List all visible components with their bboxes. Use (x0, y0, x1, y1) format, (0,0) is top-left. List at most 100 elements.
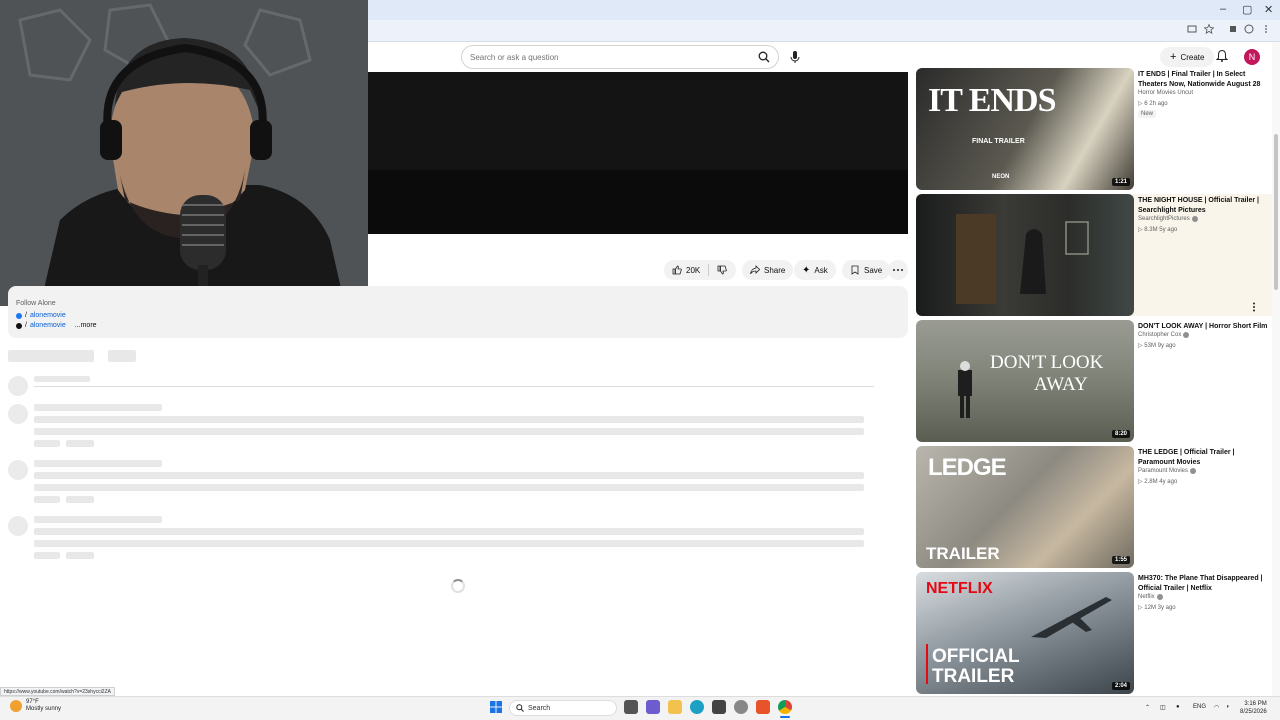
skeleton-line (34, 484, 864, 491)
create-button[interactable]: + Create (1160, 47, 1215, 67)
channel-name[interactable]: Horror Movies Uncut (1138, 90, 1193, 96)
video-thumbnail[interactable]: LEDGE TRAILER 1:55 (916, 446, 1134, 568)
taskbar-search[interactable]: Search (509, 700, 617, 716)
skeleton-line (34, 376, 90, 382)
windows-start-icon[interactable] (489, 700, 503, 714)
voice-search-icon[interactable] (786, 48, 804, 66)
item-more-icon[interactable] (1252, 302, 1256, 312)
recommendation-item[interactable]: LEDGE TRAILER 1:55 THE LEDGE | Official … (916, 446, 1280, 568)
threads-link-text[interactable]: alonemovie (30, 322, 66, 329)
profile-icon[interactable] (1244, 24, 1254, 34)
recommendation-item[interactable]: NETFLIX OFFICIAL TRAILER 2:04 MH370: The… (916, 572, 1280, 694)
recommendation-item[interactable]: DON'T LOOK AWAY 8:20 DON'T LOOK AWAY | H… (916, 320, 1280, 442)
taskbar-clock[interactable]: 3:16 PM 8/25/2026 (1240, 700, 1267, 716)
task-view-icon[interactable] (624, 700, 638, 714)
recommendation-meta: ▷ 53M 9y ago (1138, 343, 1176, 349)
install-app-icon[interactable] (1187, 24, 1197, 34)
more-horizontal-icon (893, 269, 903, 271)
settings-icon[interactable] (734, 700, 748, 714)
file-explorer-icon[interactable] (668, 700, 682, 714)
language-indicator[interactable]: ENG (1193, 704, 1206, 710)
recommendation-item[interactable]: THE NIGHT HOUSE | Official Trailer | Sea… (916, 194, 1280, 316)
recommendation-title[interactable]: MH370: The Plane That Disappeared | Offi… (1138, 574, 1270, 594)
facebook-link-text[interactable]: alonemovie (30, 312, 66, 319)
thumbnail-title-text: DON'T LOOK (990, 352, 1104, 373)
recommendation-title[interactable]: IT ENDS | Final Trailer | In Select Thea… (1138, 70, 1270, 90)
taskbar-search-label: Search (528, 704, 551, 712)
video-duration: 8:20 (1111, 430, 1130, 438)
search-icon[interactable] (758, 51, 770, 63)
skeleton-input-underline (34, 386, 874, 387)
thumbnail-trailer-text: TRAILER (926, 544, 1000, 563)
copilot-icon[interactable] (646, 700, 660, 714)
skeleton-line (34, 552, 60, 559)
wifi-tray-icon[interactable]: ◠ (1214, 704, 1219, 711)
clock-date: 8/25/2026 (1240, 709, 1267, 715)
video-thumbnail[interactable]: DON'T LOOK AWAY 8:20 (916, 320, 1134, 442)
dislike-thumb-down-icon[interactable] (717, 265, 727, 275)
save-button[interactable]: Save (842, 260, 891, 280)
video-thumbnail[interactable]: IT ENDS FINAL TRAILER NEON 1:21 (916, 68, 1134, 190)
description-facebook-link[interactable]: / alonemovie (16, 312, 66, 319)
description-threads-link[interactable]: / alonemovie ...more (16, 322, 97, 329)
recommendation-title[interactable]: DON'T LOOK AWAY | Horror Short Film (1138, 322, 1270, 332)
channel-name[interactable]: Netflix (1138, 594, 1155, 600)
channel-name[interactable]: Christopher Cox (1138, 332, 1181, 338)
volume-tray-icon[interactable]: ◗ (1226, 704, 1230, 710)
thumbnail-title-text: TRAILER (932, 666, 1015, 687)
description-more-link[interactable]: ...more (75, 322, 97, 329)
recommendation-title[interactable]: THE LEDGE | Official Trailer | Paramount… (1138, 448, 1270, 468)
video-thumbnail[interactable] (916, 194, 1134, 316)
store-icon[interactable] (712, 700, 726, 714)
video-thumbnail[interactable]: NETFLIX OFFICIAL TRAILER 2:04 (916, 572, 1134, 694)
skeleton-line (66, 496, 94, 503)
recommendation-channel[interactable]: Paramount Movies (1138, 468, 1197, 474)
browser-menu-icon[interactable] (1263, 24, 1269, 34)
recommendation-channel[interactable]: Netflix (1138, 594, 1163, 600)
show-hidden-icons-chevron-icon[interactable]: ⌃ (1145, 704, 1150, 711)
chrome-browser-icon[interactable] (778, 700, 792, 714)
recommendation-title[interactable]: THE NIGHT HOUSE | Official Trailer | Sea… (1138, 196, 1270, 216)
notifications-bell-icon[interactable] (1215, 49, 1229, 63)
recommendation-channel[interactable]: Christopher Cox (1138, 332, 1190, 338)
skeleton-avatar (8, 460, 28, 480)
weather-widget[interactable]: 97°F Mostly sunny (10, 699, 61, 713)
network-tray-icon[interactable]: ◫ (1160, 704, 1166, 711)
threads-link-prefix: / (25, 322, 27, 329)
ask-button[interactable]: ✦ Ask (794, 260, 836, 280)
recommendation-channel[interactable]: Horror Movies Uncut (1138, 90, 1193, 96)
user-avatar[interactable]: N (1244, 49, 1260, 65)
recommendation-meta: ▷ 2.8M 4y ago (1138, 479, 1178, 485)
minimize-button[interactable]: – (1220, 3, 1226, 15)
verified-check-icon (1190, 468, 1197, 474)
close-window-button[interactable]: ✕ (1264, 3, 1273, 16)
edge-browser-icon[interactable] (690, 700, 704, 714)
skeleton-line (66, 440, 94, 447)
streamer-webcam-image (0, 0, 368, 306)
share-button[interactable]: Share (742, 260, 794, 280)
brave-browser-icon[interactable] (756, 700, 770, 714)
maximize-button[interactable]: ▢ (1242, 3, 1252, 16)
bookmark-star-icon[interactable] (1204, 24, 1214, 34)
like-thumb-up-icon[interactable] (672, 265, 682, 275)
thumbnail-figure (958, 361, 972, 418)
thumbnail-night-house-scene (956, 214, 1089, 304)
like-separator (708, 264, 710, 276)
webcam-overlay (0, 0, 368, 306)
recommendation-meta: ▷ 8.3M 5y ago (1138, 227, 1178, 233)
extensions-icon[interactable] (1228, 24, 1238, 34)
scrollbar-thumb[interactable] (1274, 134, 1278, 290)
channel-name[interactable]: Paramount Movies (1138, 468, 1188, 474)
like-count[interactable]: 20K (686, 266, 700, 275)
channel-name[interactable]: SearchlightPictures (1138, 216, 1190, 222)
create-label: Create (1180, 52, 1205, 62)
more-actions-button[interactable] (888, 260, 908, 280)
search-input[interactable] (470, 50, 740, 65)
recommendation-item[interactable]: IT ENDS FINAL TRAILER NEON 1:21 IT ENDS … (916, 68, 1280, 190)
skeleton-comments-count (8, 350, 94, 362)
sparkle-icon: ✦ (802, 264, 811, 276)
microphone-tray-icon[interactable]: ● (1176, 704, 1180, 710)
recommendation-channel[interactable]: SearchlightPictures (1138, 216, 1198, 222)
search-box[interactable] (461, 45, 779, 69)
video-description[interactable]: Follow Alone / alonemovie / alonemovie .… (8, 286, 908, 338)
